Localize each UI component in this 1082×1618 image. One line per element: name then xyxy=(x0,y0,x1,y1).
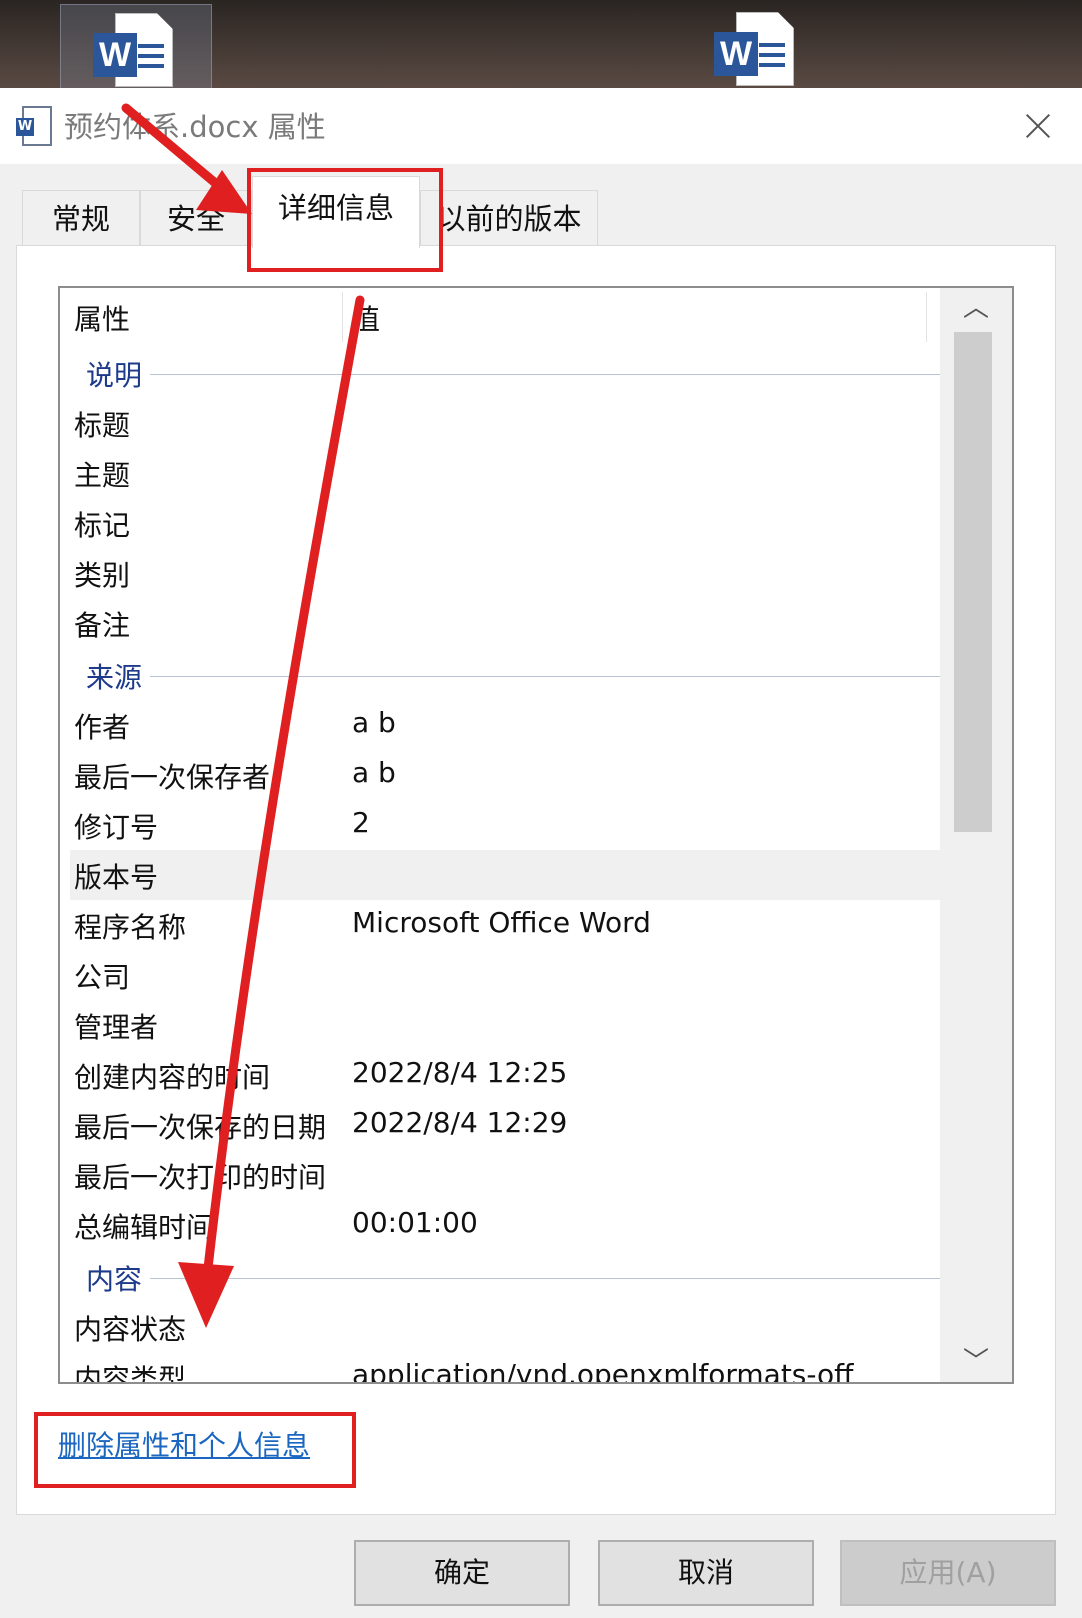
tab-general[interactable]: 常规 xyxy=(22,190,140,246)
property-name: 创建内容的时间 xyxy=(74,1061,271,1094)
group-label: 内容 xyxy=(86,1258,151,1298)
list-item[interactable]: 修订号 2 xyxy=(60,800,940,850)
desktop-strip: W W xyxy=(0,0,1082,90)
list-item[interactable]: 备注 xyxy=(60,598,940,648)
tab-previous-versions[interactable]: 以前的版本 xyxy=(420,190,598,246)
property-name: 最后一次打印的时间 xyxy=(74,1161,327,1194)
property-name: 标记 xyxy=(74,509,131,542)
property-value: application/vnd.openxmlformats-off xyxy=(352,1358,854,1384)
property-value: a b xyxy=(352,756,396,789)
property-value: 2022/8/4 12:25 xyxy=(352,1056,568,1089)
property-name: 标题 xyxy=(74,409,131,442)
list-item[interactable]: 最后一次保存者 a b xyxy=(60,750,940,800)
property-name: 主题 xyxy=(74,459,131,492)
property-value: 2022/8/4 12:29 xyxy=(352,1106,568,1139)
group-header-description[interactable]: 说明 xyxy=(60,348,940,398)
word-document-icon: W xyxy=(16,106,52,146)
column-divider[interactable] xyxy=(342,292,343,342)
column-divider[interactable] xyxy=(926,292,927,342)
window-title: 预约体系.docx 属性 xyxy=(64,110,326,144)
list-item[interactable]: 创建内容的时间 2022/8/4 12:25 xyxy=(60,1050,940,1100)
list-item[interactable]: 作者 a b xyxy=(60,700,940,750)
list-item-hovered[interactable]: 版本号 xyxy=(70,850,940,900)
list-item[interactable]: 程序名称 Microsoft Office Word xyxy=(60,900,940,950)
property-name: 备注 xyxy=(74,609,131,642)
group-label: 说明 xyxy=(86,354,151,394)
property-name: 最后一次保存者 xyxy=(74,761,271,794)
group-label: 来源 xyxy=(86,656,151,696)
word-file-icon: W xyxy=(714,12,794,88)
list-item[interactable]: 类别 xyxy=(60,548,940,598)
list-item[interactable]: 管理者 xyxy=(60,1000,940,1050)
desktop-file[interactable]: W xyxy=(686,4,836,88)
property-name: 类别 xyxy=(74,559,131,592)
list-item[interactable]: 总编辑时间 00:01:00 xyxy=(60,1200,940,1250)
property-name: 程序名称 xyxy=(74,911,187,944)
list-item[interactable]: 内容状态 xyxy=(60,1302,940,1352)
vertical-scrollbar[interactable]: ︿ ﹀ xyxy=(940,288,1012,1382)
property-value: a b xyxy=(352,706,396,739)
column-header-property[interactable]: 属性 xyxy=(74,298,130,338)
scrollbar-thumb[interactable] xyxy=(954,332,992,832)
tab-security[interactable]: 安全 xyxy=(140,190,252,246)
property-name: 最后一次保存的日期 xyxy=(74,1111,327,1144)
property-name: 总编辑时间 xyxy=(74,1211,215,1244)
list-header: 属性 值 xyxy=(60,288,940,348)
property-name: 内容类型 xyxy=(74,1363,187,1384)
property-name: 内容状态 xyxy=(74,1313,187,1346)
property-name: 修订号 xyxy=(74,811,159,844)
group-header-origin[interactable]: 来源 xyxy=(60,650,940,700)
annotation-box-details-tab xyxy=(247,168,443,272)
property-value: Microsoft Office Word xyxy=(352,906,651,939)
list-item[interactable]: 最后一次保存的日期 2022/8/4 12:29 xyxy=(60,1100,940,1150)
ok-button[interactable]: 确定 xyxy=(354,1540,570,1606)
close-icon[interactable] xyxy=(1010,98,1066,154)
scroll-up-icon[interactable]: ︿ xyxy=(940,288,1012,328)
list-item[interactable]: 主题 xyxy=(60,448,940,498)
column-header-value[interactable]: 值 xyxy=(352,298,380,338)
property-name: 版本号 xyxy=(74,861,159,894)
property-value: 00:01:00 xyxy=(352,1206,478,1239)
desktop-file-selected[interactable]: W xyxy=(60,4,212,90)
title-bar: W 预约体系.docx 属性 xyxy=(0,88,1082,164)
property-name: 公司 xyxy=(74,961,131,994)
list-item[interactable]: 标记 xyxy=(60,498,940,548)
list-item[interactable]: 公司 xyxy=(60,950,940,1000)
property-name: 作者 xyxy=(74,711,131,744)
annotation-box-remove-link xyxy=(34,1412,356,1488)
list-item[interactable]: 标题 xyxy=(60,398,940,448)
list-item[interactable]: 最后一次打印的时间 xyxy=(60,1150,940,1200)
property-list[interactable]: 属性 值 说明 标题 主题 标记 类别 备注 来源 作者 a b 最后一次保存者 a… xyxy=(58,286,1014,1384)
property-name: 管理者 xyxy=(74,1011,159,1044)
word-file-icon: W xyxy=(93,13,173,89)
apply-button[interactable]: 应用(A) xyxy=(840,1540,1056,1606)
property-value: 2 xyxy=(352,806,370,839)
list-item[interactable]: 内容类型 application/vnd.openxmlformats-off xyxy=(60,1352,940,1384)
scroll-down-icon[interactable]: ﹀ xyxy=(940,1342,1012,1382)
group-header-content[interactable]: 内容 xyxy=(60,1252,940,1302)
cancel-button[interactable]: 取消 xyxy=(598,1540,814,1606)
